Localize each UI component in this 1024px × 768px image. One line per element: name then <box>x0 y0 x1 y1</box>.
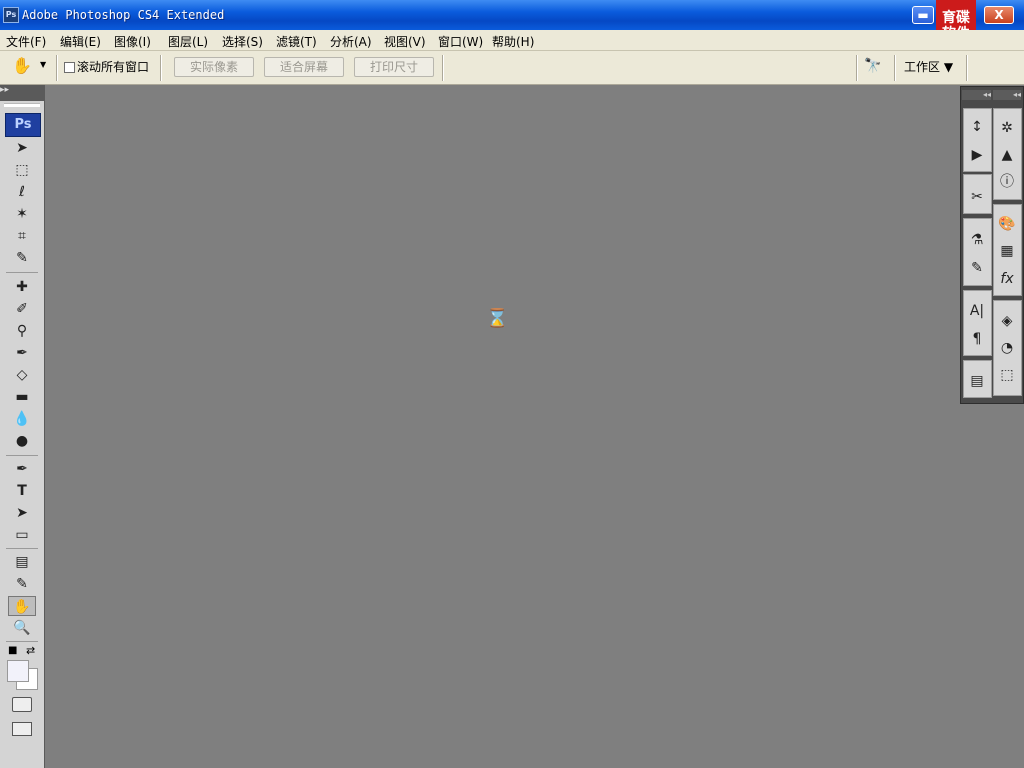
toolbox-separator <box>6 272 38 273</box>
history-brush-tool-icon[interactable]: ✒ <box>8 343 36 363</box>
styles-panel-icon[interactable]: fx <box>995 268 1019 290</box>
info-panel-icon[interactable]: ⓘ <box>995 171 1019 193</box>
eyedropper2-tool-icon[interactable]: ✎ <box>8 574 36 594</box>
blur-tool-icon[interactable]: 💧 <box>8 409 36 429</box>
document-workspace[interactable] <box>45 85 960 768</box>
clone-source-icon[interactable]: ✎ <box>965 257 989 279</box>
minimize-button[interactable]: ▬ <box>912 6 934 24</box>
window-title: Adobe Photoshop CS4 Extended <box>22 8 225 22</box>
dodge-tool-icon[interactable]: ● <box>8 431 36 451</box>
menu-window[interactable]: 窗口(W) <box>438 33 483 50</box>
navigator-panel-icon[interactable]: ✲ <box>995 117 1019 139</box>
quick-mask-icon[interactable] <box>12 697 32 712</box>
paths-panel-icon[interactable]: ⬚ <box>995 364 1019 386</box>
menu-filter[interactable]: 滤镜(T) <box>276 33 317 50</box>
menu-analysis[interactable]: 分析(A) <box>330 33 372 50</box>
eyedropper-tool-icon[interactable]: ✎ <box>8 248 36 268</box>
hourglass-cursor-icon: ⌛ <box>486 308 509 329</box>
default-colors-icon[interactable]: ■ <box>8 645 17 656</box>
move-tool-icon[interactable]: ➤ <box>8 138 36 158</box>
options-separator <box>894 55 896 81</box>
brushes-panel-icon[interactable]: ⚗ <box>965 229 989 251</box>
actions-panel-icon[interactable]: ▶ <box>965 144 989 166</box>
toolbox-separator <box>6 641 38 642</box>
scroll-all-windows-label: 滚动所有窗口 <box>77 60 150 74</box>
type-tool-icon[interactable]: T <box>8 481 36 501</box>
swatches-panel-icon[interactable]: ▦ <box>995 240 1019 262</box>
hand-tool-preset-icon[interactable]: ✋ <box>12 56 32 75</box>
zoom-tool-icon[interactable]: 🔍 <box>8 618 36 638</box>
ps-logo-icon[interactable]: Ps <box>5 113 41 137</box>
print-size-button[interactable]: 打印尺寸 <box>354 57 434 77</box>
crop-tool-icon[interactable]: ⌗ <box>8 226 36 246</box>
path-selection-tool-icon[interactable]: ➤ <box>8 503 36 523</box>
healing-brush-tool-icon[interactable]: ✚ <box>8 277 36 297</box>
options-separator <box>160 55 162 81</box>
toolbox-grip[interactable] <box>4 103 40 107</box>
paragraph-panel-icon[interactable]: ¶ <box>965 328 989 350</box>
photoshop-app-icon[interactable]: Ps <box>3 7 19 23</box>
hand-tool-icon[interactable]: ✋ <box>8 596 36 616</box>
scroll-all-windows-checkbox[interactable] <box>64 62 75 73</box>
toolbox-collapse-icon[interactable]: ▸▸ <box>0 85 44 101</box>
rectangle-tool-icon[interactable]: ▭ <box>8 525 36 545</box>
workspace-switcher[interactable]: 工作区 ▼ <box>904 58 953 75</box>
histogram-panel-icon[interactable]: ▲ <box>995 144 1019 166</box>
menu-image[interactable]: 图像(I) <box>114 33 151 50</box>
menu-edit[interactable]: 编辑(E) <box>60 33 101 50</box>
panel-collapse-icon[interactable]: ◂◂ <box>962 90 991 100</box>
menu-bar: 文件(F) 编辑(E) 图像(I) 图层(L) 选择(S) 滤镜(T) 分析(A… <box>0 30 1024 51</box>
rect-marquee-tool-icon[interactable]: ⬚ <box>8 160 36 180</box>
menu-help[interactable]: 帮助(H) <box>492 33 534 50</box>
character-panel-icon[interactable]: A| <box>965 300 989 322</box>
gradient-tool-icon[interactable]: ▬ <box>8 387 36 407</box>
close-button[interactable]: X <box>984 6 1014 24</box>
menu-layer[interactable]: 图层(L) <box>168 33 208 50</box>
panel-collapse-icon[interactable]: ◂◂ <box>993 90 1021 100</box>
lasso-tool-icon[interactable]: ℓ <box>8 182 36 202</box>
color-panel-icon[interactable]: 🎨 <box>995 213 1019 235</box>
logo-text-line1: 育碟 <box>942 10 970 26</box>
options-separator <box>966 55 968 81</box>
brush-tool-icon[interactable]: ✐ <box>8 299 36 319</box>
menu-view[interactable]: 视图(V) <box>384 33 426 50</box>
foreground-color-swatch[interactable] <box>7 660 29 682</box>
screen-mode-icon[interactable] <box>12 722 32 736</box>
tool-presets-icon[interactable]: ✂ <box>965 186 989 208</box>
clone-stamp-tool-icon[interactable]: ⚲ <box>8 321 36 341</box>
layer-comps-icon[interactable]: ▤ <box>965 370 989 392</box>
fit-screen-button[interactable]: 适合屏幕 <box>264 57 344 77</box>
toolbox-separator <box>6 548 38 549</box>
options-separator <box>856 55 858 81</box>
options-separator <box>56 55 58 81</box>
swap-colors-icon[interactable]: ⇄ <box>26 644 35 657</box>
notes-tool-icon[interactable]: ▤ <box>8 552 36 572</box>
binoculars-icon[interactable]: 🔭 <box>864 58 881 74</box>
layers-panel-icon[interactable]: ◈ <box>995 310 1019 332</box>
options-separator <box>442 55 444 81</box>
toolbox-separator <box>6 455 38 456</box>
history-panel-icon[interactable]: ↕ <box>965 116 989 138</box>
magic-wand-tool-icon[interactable]: ✶ <box>8 204 36 224</box>
chevron-down-icon[interactable]: ▼ <box>40 60 46 69</box>
eraser-tool-icon[interactable]: ◇ <box>8 365 36 385</box>
menu-file[interactable]: 文件(F) <box>6 33 46 50</box>
actual-pixels-button[interactable]: 实际像素 <box>174 57 254 77</box>
pen-tool-icon[interactable]: ✒ <box>8 459 36 479</box>
channels-panel-icon[interactable]: ◔ <box>995 337 1019 359</box>
menu-select[interactable]: 选择(S) <box>222 33 263 50</box>
